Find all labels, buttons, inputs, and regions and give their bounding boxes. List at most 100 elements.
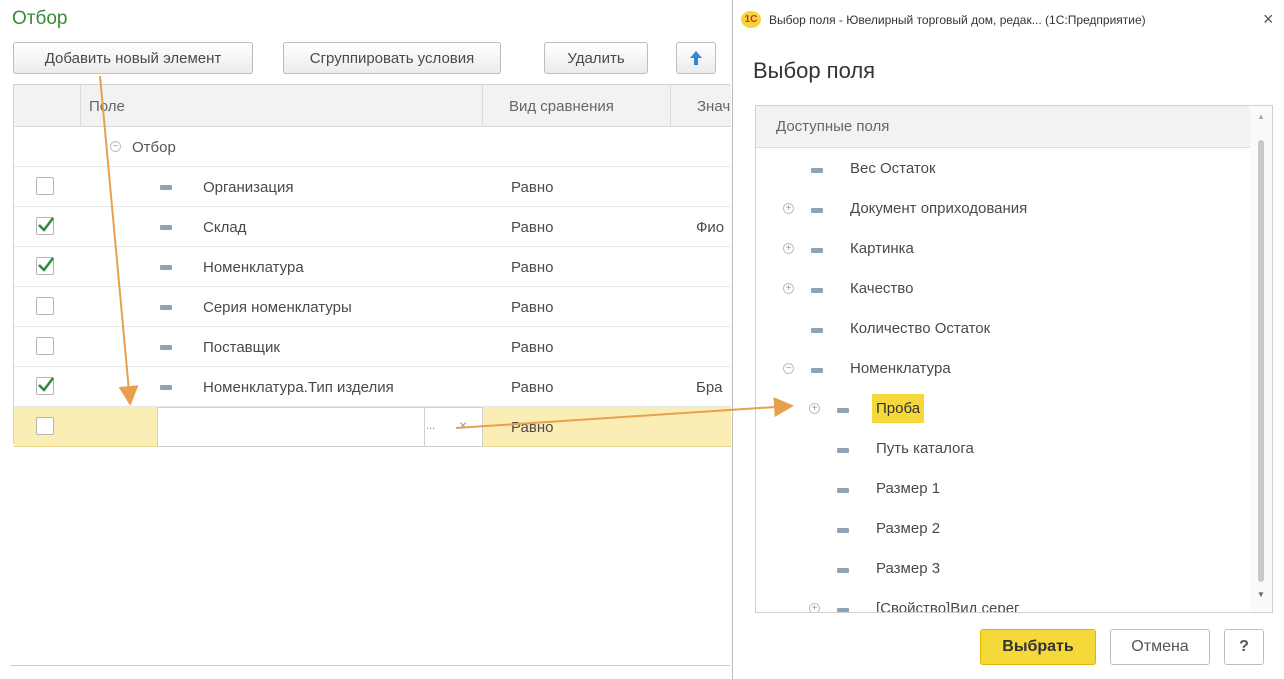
row-value[interactable] — [696, 327, 731, 367]
tree-item-label: Качество — [850, 280, 914, 297]
field-dash-icon — [160, 345, 172, 350]
row-field[interactable]: Склад — [203, 207, 246, 247]
tree-item[interactable]: Размер 2 — [756, 510, 1246, 550]
row-value[interactable] — [696, 247, 731, 287]
tree-item-label: Вес Остаток — [850, 160, 936, 177]
row-comparison[interactable]: Равно — [511, 167, 553, 207]
tree-item[interactable]: Количество Остаток — [756, 310, 1246, 350]
row-value[interactable]: Фио — [696, 207, 731, 247]
field-dash-icon — [837, 408, 849, 413]
field-dash-icon — [837, 448, 849, 453]
filter-row[interactable]: Поставщик Равно — [14, 327, 731, 367]
filter-row[interactable]: Склад Равно Фио — [14, 207, 731, 247]
row-comparison[interactable]: Равно — [511, 247, 553, 287]
tree-item[interactable]: + Качество — [756, 270, 1246, 310]
field-dash-icon — [837, 608, 849, 612]
checkmark-icon — [38, 217, 54, 232]
expand-icon[interactable]: + — [783, 243, 794, 254]
filter-row[interactable]: Организация Равно — [14, 167, 731, 207]
new-row[interactable]: ... × Равно — [14, 407, 731, 447]
tree-scrollbar[interactable]: ▲ ▼ — [1250, 106, 1272, 612]
dialog-titlebar: 1С Выбор поля - Ювелирный торговый дом, … — [733, 0, 1284, 40]
row-field[interactable]: Организация — [203, 167, 293, 207]
expand-icon[interactable]: + — [809, 603, 820, 612]
row-checkbox[interactable] — [36, 217, 54, 235]
collapse-icon[interactable]: − — [110, 141, 121, 152]
filter-row[interactable]: Номенклатура Равно — [14, 247, 731, 287]
row-field[interactable]: Серия номенклатуры — [203, 287, 352, 327]
field-dash-icon — [837, 568, 849, 573]
tree-item[interactable]: Размер 3 — [756, 550, 1246, 590]
group-conditions-button[interactable]: Сгруппировать условия — [283, 42, 501, 74]
scroll-thumb[interactable] — [1258, 140, 1264, 582]
header-check-column — [14, 85, 81, 127]
tree-item[interactable]: + Проба — [756, 390, 1246, 430]
field-input[interactable]: ... × — [157, 407, 483, 447]
panel-bottom-divider — [10, 665, 730, 666]
row-field[interactable]: Поставщик — [203, 327, 280, 367]
add-element-button[interactable]: Добавить новый элемент — [13, 42, 253, 74]
field-dash-icon — [160, 265, 172, 270]
window-title: Выбор поля - Ювелирный торговый дом, ред… — [769, 13, 1146, 27]
field-dash-icon — [837, 488, 849, 493]
header-comparison[interactable]: Вид сравнения — [483, 85, 671, 127]
row-comparison[interactable]: Равно — [511, 207, 553, 247]
select-button[interactable]: Выбрать — [980, 629, 1096, 665]
tree-item-label: Количество Остаток — [850, 320, 991, 337]
row-comparison[interactable]: Равно — [511, 327, 553, 367]
row-checkbox[interactable] — [36, 297, 54, 315]
row-checkbox[interactable] — [36, 417, 54, 435]
cancel-button[interactable]: Отмена — [1110, 629, 1210, 665]
filter-row[interactable]: Номенклатура.Тип изделия Равно Бра — [14, 367, 731, 407]
row-comparison[interactable]: Равно — [511, 287, 553, 327]
row-field[interactable]: Номенклатура — [203, 247, 304, 287]
scroll-down-icon[interactable]: ▼ — [1256, 590, 1266, 600]
row-checkbox[interactable] — [36, 337, 54, 355]
tree-item[interactable]: Вес Остаток — [756, 150, 1246, 190]
row-checkbox[interactable] — [36, 377, 54, 395]
header-field[interactable]: Поле — [81, 85, 483, 127]
tree-item-label: Размер 2 — [876, 520, 941, 537]
row-field[interactable]: Номенклатура.Тип изделия — [203, 367, 394, 407]
row-checkbox[interactable] — [36, 177, 54, 195]
scroll-up-icon[interactable]: ▲ — [1256, 112, 1266, 122]
help-button[interactable]: ? — [1224, 629, 1264, 665]
tree-item[interactable]: + Картинка — [756, 230, 1246, 270]
tree-item[interactable]: + Документ оприходования — [756, 190, 1246, 230]
tree-item[interactable]: Путь каталога — [756, 430, 1246, 470]
tree-item-label: Путь каталога — [876, 440, 974, 457]
field-selection-dialog: 1С Выбор поля - Ювелирный торговый дом, … — [732, 0, 1284, 679]
tree-item[interactable]: − Номенклатура — [756, 350, 1246, 390]
field-dash-icon — [160, 185, 172, 190]
row-value[interactable] — [696, 287, 731, 327]
checkmark-icon — [38, 377, 54, 392]
tree-header: Доступные поля — [756, 106, 1272, 148]
filter-row[interactable]: Серия номенклатуры Равно — [14, 287, 731, 327]
tree-item-label: Документ оприходования — [850, 200, 1028, 217]
tree-item[interactable]: Размер 1 — [756, 470, 1246, 510]
collapse-icon[interactable]: − — [783, 363, 794, 374]
group-row[interactable]: − Отбор — [14, 127, 731, 167]
tree-item-label: Картинка — [850, 240, 914, 257]
header-value[interactable]: Знач — [671, 85, 731, 127]
row-value[interactable] — [696, 167, 731, 207]
move-up-button[interactable] — [676, 42, 716, 74]
delete-button[interactable]: Удалить — [544, 42, 648, 74]
field-dash-icon — [160, 385, 172, 390]
filter-panel: Отбор Добавить новый элемент Сгруппирова… — [0, 0, 731, 679]
row-comparison[interactable]: Равно — [511, 367, 553, 407]
field-dash-icon — [811, 288, 823, 293]
row-comparison[interactable]: Равно — [511, 407, 553, 447]
expand-icon[interactable]: + — [783, 283, 794, 294]
choose-field-button[interactable]: ... — [426, 420, 435, 432]
expand-icon[interactable]: + — [783, 203, 794, 214]
row-checkbox[interactable] — [36, 257, 54, 275]
clear-icon[interactable]: × — [459, 417, 467, 433]
available-fields-tree[interactable]: Доступные поля Вес Остаток + Документ опри… — [755, 105, 1273, 613]
tree-item[interactable]: + [Свойство]Вид серег — [756, 590, 1246, 612]
field-dash-icon — [160, 305, 172, 310]
close-icon[interactable]: × — [1263, 9, 1274, 30]
expand-icon[interactable]: + — [809, 403, 820, 414]
row-value[interactable]: Бра — [696, 367, 731, 407]
edit-separator — [424, 408, 425, 446]
